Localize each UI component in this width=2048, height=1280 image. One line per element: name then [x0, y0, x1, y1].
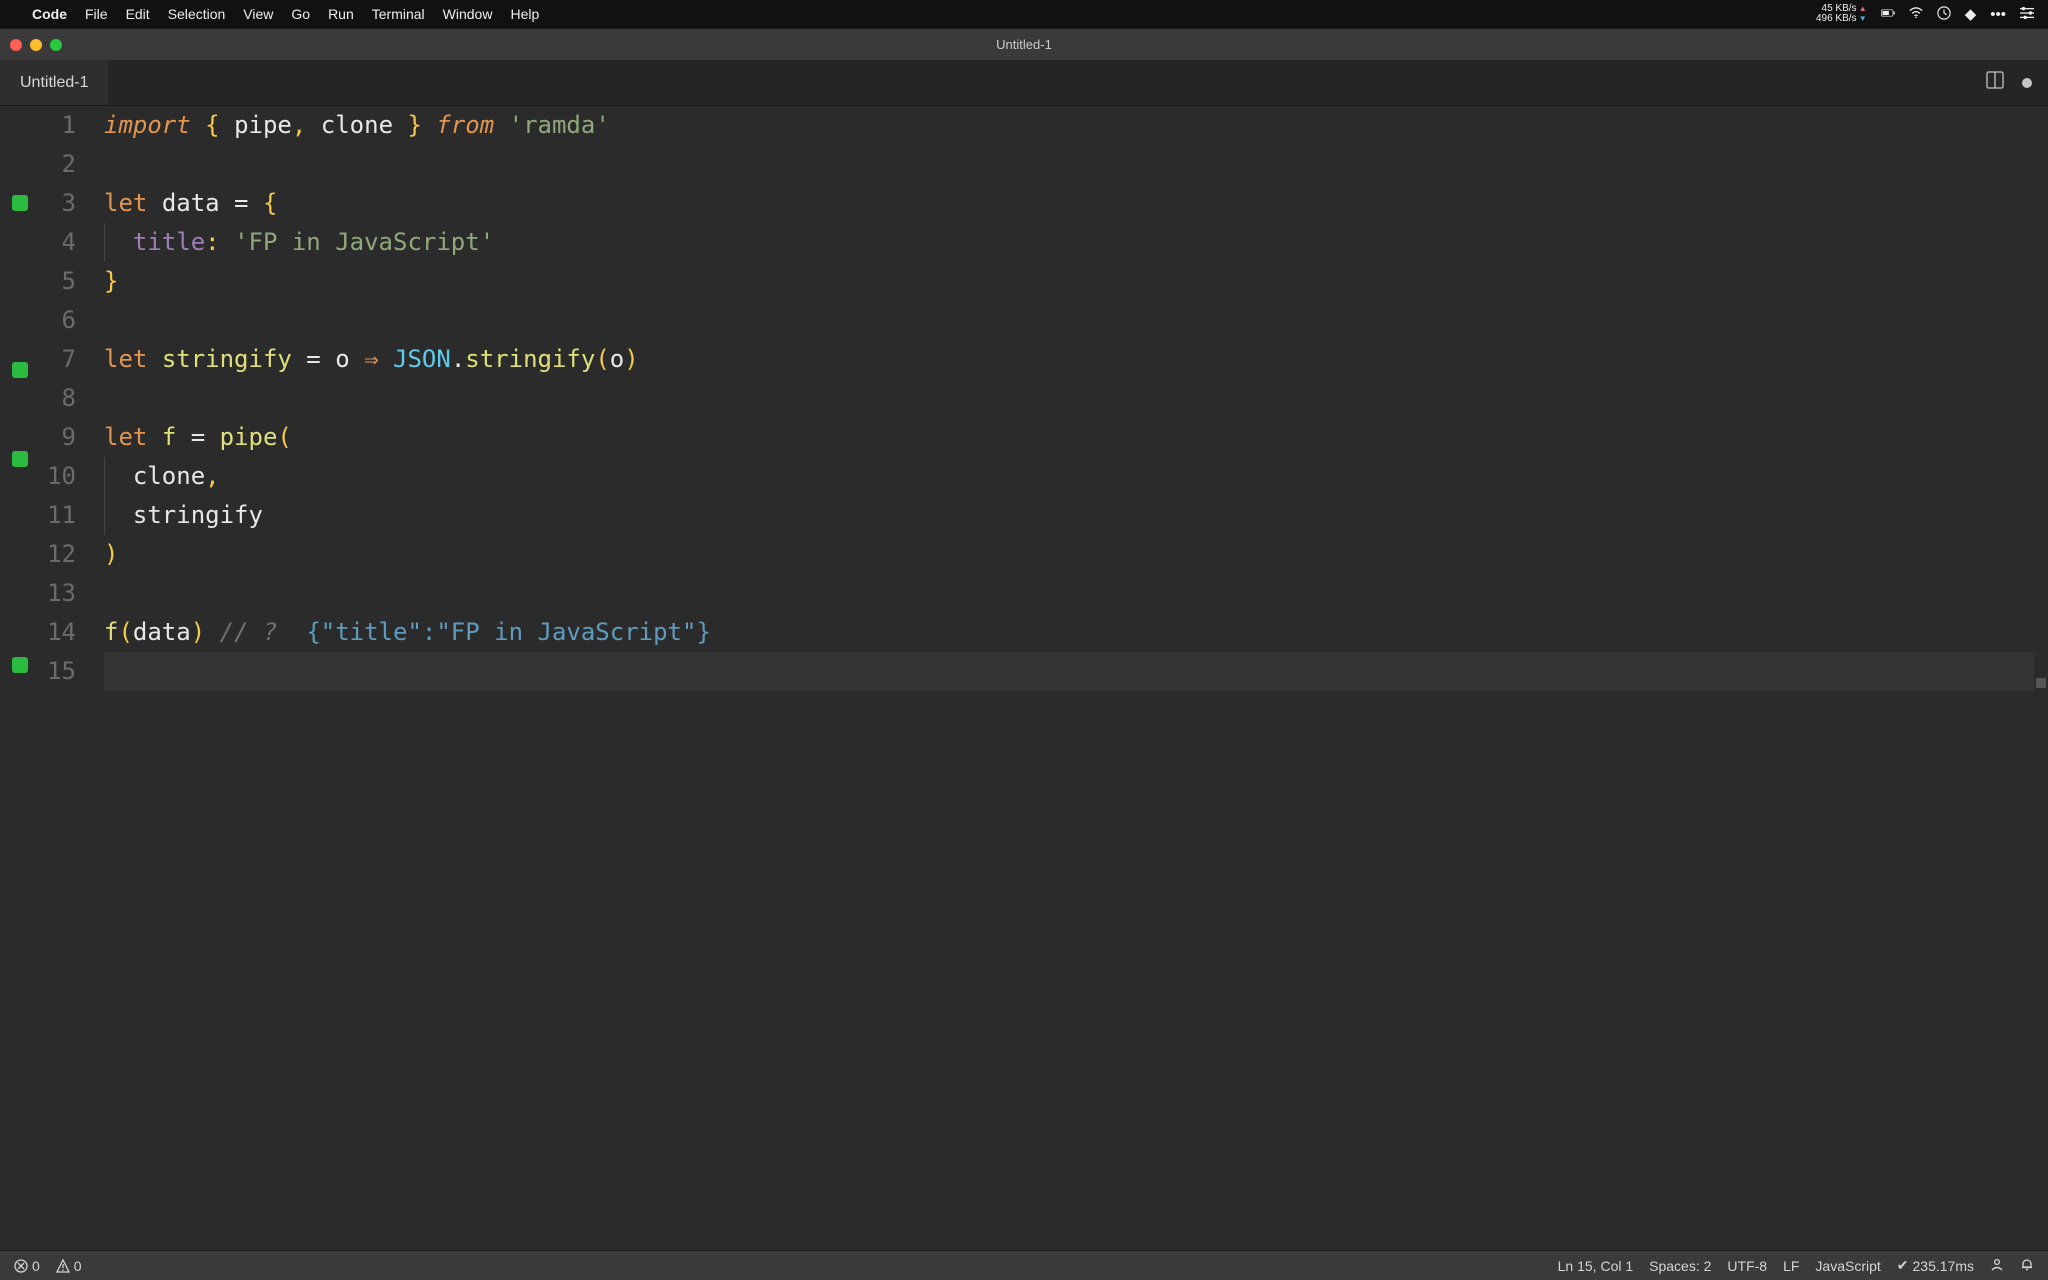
split-editor-icon[interactable]	[1986, 71, 2004, 94]
code-line[interactable]: )	[104, 535, 2048, 574]
menu-run[interactable]: Run	[328, 6, 354, 22]
menu-selection[interactable]: Selection	[168, 6, 226, 22]
status-cursor[interactable]: Ln 15, Col 1	[1558, 1258, 1634, 1274]
overview-ruler[interactable]	[2034, 106, 2048, 1250]
code-line[interactable]	[104, 652, 2048, 691]
code-line[interactable]: stringify	[104, 496, 2048, 535]
menu-help[interactable]: Help	[510, 6, 539, 22]
code-line[interactable]: let stringify = o ⇒ JSON.stringify(o)	[104, 340, 2048, 379]
minimize-window-button[interactable]	[30, 39, 42, 51]
zoom-window-button[interactable]	[50, 39, 62, 51]
code-line[interactable]	[104, 574, 2048, 613]
network-monitor[interactable]: 45 KB/s 496 KB/s	[1816, 4, 1867, 24]
code-line[interactable]: import { pipe, clone } from 'ramda'	[104, 106, 2048, 145]
status-errors[interactable]: 0	[14, 1258, 40, 1274]
unsaved-indicator-icon[interactable]	[2022, 78, 2032, 88]
code-editor[interactable]: 123456789101112131415 import { pipe, clo…	[0, 106, 2048, 1250]
editor-tabbar: Untitled-1	[0, 60, 2048, 106]
code-line[interactable]	[104, 145, 2048, 184]
menu-view[interactable]: View	[243, 6, 273, 22]
menu-terminal[interactable]: Terminal	[372, 6, 425, 22]
code-line[interactable]: f(data) // ? {"title":"FP in JavaScript"…	[104, 613, 2048, 652]
code-line[interactable]	[104, 379, 2048, 418]
code-line[interactable]: clone,	[104, 457, 2048, 496]
menu-window[interactable]: Window	[443, 6, 493, 22]
traffic-lights	[10, 39, 62, 51]
menu-edit[interactable]: Edit	[126, 6, 150, 22]
status-indent[interactable]: Spaces: 2	[1649, 1258, 1711, 1274]
overflow-icon[interactable]: •••	[1990, 6, 2006, 23]
menu-file[interactable]: File	[85, 6, 108, 22]
wifi-icon[interactable]	[1909, 6, 1923, 23]
status-bar: 0 0 Ln 15, Col 1 Spaces: 2 UTF-8 LF Java…	[0, 1250, 2048, 1280]
window-title: Untitled-1	[996, 37, 1052, 52]
tab-label: Untitled-1	[20, 74, 88, 92]
close-window-button[interactable]	[10, 39, 22, 51]
battery-icon[interactable]	[1881, 6, 1895, 23]
status-encoding[interactable]: UTF-8	[1727, 1258, 1767, 1274]
menubar-app-icon[interactable]: ◆	[1965, 5, 1977, 23]
app-menu[interactable]: Code	[32, 6, 67, 22]
status-quokka[interactable]: ✔ 235.17ms	[1897, 1257, 1974, 1274]
check-icon: ✔	[1897, 1257, 1909, 1274]
macos-menubar: Code File Edit Selection View Go Run Ter…	[0, 0, 2048, 28]
status-eol[interactable]: LF	[1783, 1258, 1799, 1274]
window-titlebar: Untitled-1	[0, 28, 2048, 60]
status-feedback-icon[interactable]	[1990, 1257, 2004, 1274]
clock-icon[interactable]	[1937, 6, 1951, 23]
status-bell-icon[interactable]	[2020, 1257, 2034, 1274]
code-line[interactable]: title: 'FP in JavaScript'	[104, 223, 2048, 262]
code-line[interactable]	[104, 301, 2048, 340]
tab-untitled[interactable]: Untitled-1	[0, 60, 108, 105]
menu-go[interactable]: Go	[291, 6, 310, 22]
code-line[interactable]: let f = pipe(	[104, 418, 2048, 457]
code-line[interactable]: }	[104, 262, 2048, 301]
code-line[interactable]: let data = {	[104, 184, 2048, 223]
control-center-icon[interactable]	[2020, 6, 2034, 23]
status-language[interactable]: JavaScript	[1815, 1258, 1880, 1274]
status-warnings[interactable]: 0	[56, 1258, 82, 1274]
